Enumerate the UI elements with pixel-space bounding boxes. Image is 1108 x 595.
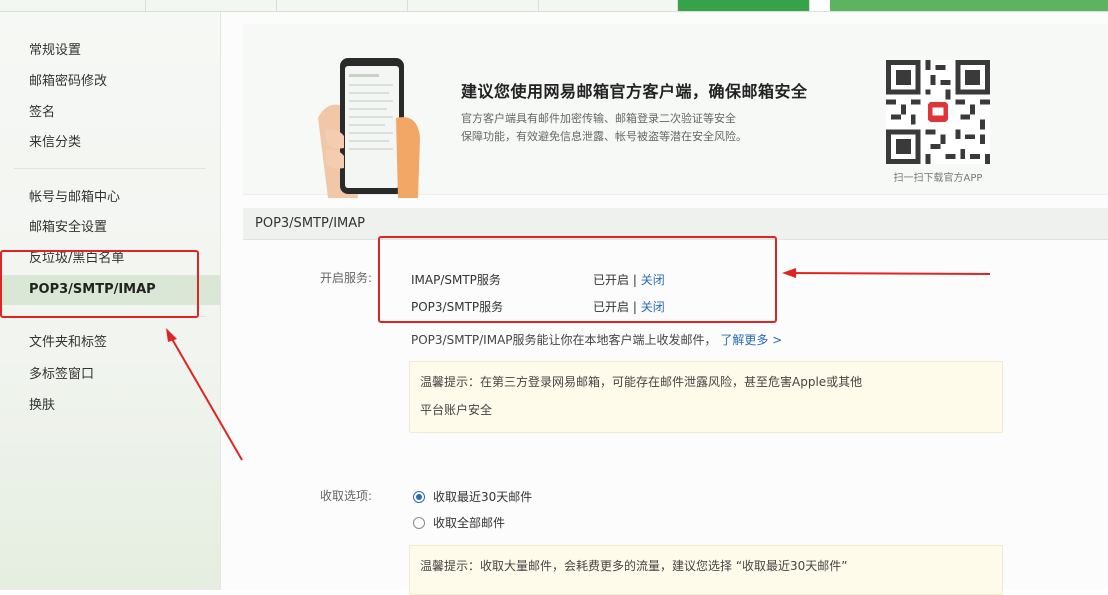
banner-desc-line: 保障功能，有效避免信息泄露、帐号被盗等潜在安全风险。 [461, 130, 747, 143]
receive-option-label: 收取最近30天邮件 [433, 490, 533, 504]
receive-option-label: 收取全部邮件 [433, 516, 506, 530]
banner-description: 官方客户端具有邮件加密传输、邮箱登录二次验证等安全 保障功能，有效避免信息泄露、… [461, 110, 801, 146]
top-tab-active[interactable] [678, 0, 810, 11]
sidebar-item-skin[interactable]: 换肤 [0, 391, 220, 421]
top-tab-bar [0, 0, 1108, 12]
highlight-box-services [378, 236, 777, 323]
radio-button-checked[interactable] [413, 490, 425, 503]
security-tip-box: 温馨提示：在第三方登录网易邮箱，可能存在邮件泄露风险，甚至危害Apple或其他 … [409, 361, 1003, 433]
sidebar-divider [14, 168, 206, 169]
receive-option-all[interactable]: 收取全部邮件 [413, 514, 505, 531]
sidebar-item-multi-tab[interactable]: 多标签窗口 [0, 360, 220, 390]
qr-code-icon[interactable] [886, 60, 990, 164]
qr-caption: 扫一扫下载官方APP [893, 173, 983, 184]
traffic-tip-box: 温馨提示：收取大量邮件，会耗费更多的流量，建议您选择 “收取最近30天邮件” [409, 545, 1003, 595]
sidebar-item-general[interactable]: 常规设置 [0, 36, 220, 66]
radio-button[interactable] [413, 516, 425, 529]
learn-more-link[interactable]: 了解更多 > [720, 333, 782, 347]
tip-line: 温馨提示：收取大量邮件，会耗费更多的流量，建议您选择 “收取最近30天邮件” [420, 559, 848, 573]
banner-title: 建议您使用网易邮箱官方客户端，确保邮箱安全 [461, 82, 808, 101]
services-label: 开启服务: [320, 271, 373, 285]
service-info: POP3/SMTP/IMAP服务能让你在本地客户端上收发邮件， 了解更多 > [411, 331, 782, 348]
sidebar-item-signature[interactable]: 签名 [0, 98, 220, 128]
top-tab[interactable] [277, 0, 408, 11]
receive-option-recent[interactable]: 收取最近30天邮件 [413, 488, 532, 505]
sidebar-item-folders-tags[interactable]: 文件夹和标签 [0, 328, 220, 358]
top-tab[interactable] [539, 0, 678, 11]
client-promo-banner: 建议您使用网易邮箱官方客户端，确保邮箱安全 官方客户端具有邮件加密传输、邮箱登录… [243, 24, 1108, 198]
receive-options-label: 收取选项: [320, 489, 373, 503]
highlight-box-sidebar [0, 250, 199, 318]
top-bar-accent [830, 0, 1108, 11]
tip-line: 平台账户安全 [420, 403, 493, 417]
top-tab[interactable] [408, 0, 539, 11]
tip-line: 温馨提示：在第三方登录网易邮箱，可能存在邮件泄露风险，甚至危害Apple或其他 [420, 375, 863, 389]
sidebar-item-account-center[interactable]: 帐号与邮箱中心 [0, 183, 220, 213]
sidebar-item-mail-filter[interactable]: 来信分类 [0, 128, 220, 158]
top-tab[interactable] [146, 0, 277, 11]
sidebar-item-security[interactable]: 邮箱安全设置 [0, 213, 220, 243]
service-info-text: POP3/SMTP/IMAP服务能让你在本地客户端上收发邮件， [411, 333, 717, 347]
banner-desc-line: 官方客户端具有邮件加密传输、邮箱登录二次验证等安全 [461, 112, 736, 125]
sidebar-item-password[interactable]: 邮箱密码修改 [0, 67, 220, 97]
phone-hand-illustration [318, 58, 420, 198]
top-tab[interactable] [0, 0, 146, 11]
